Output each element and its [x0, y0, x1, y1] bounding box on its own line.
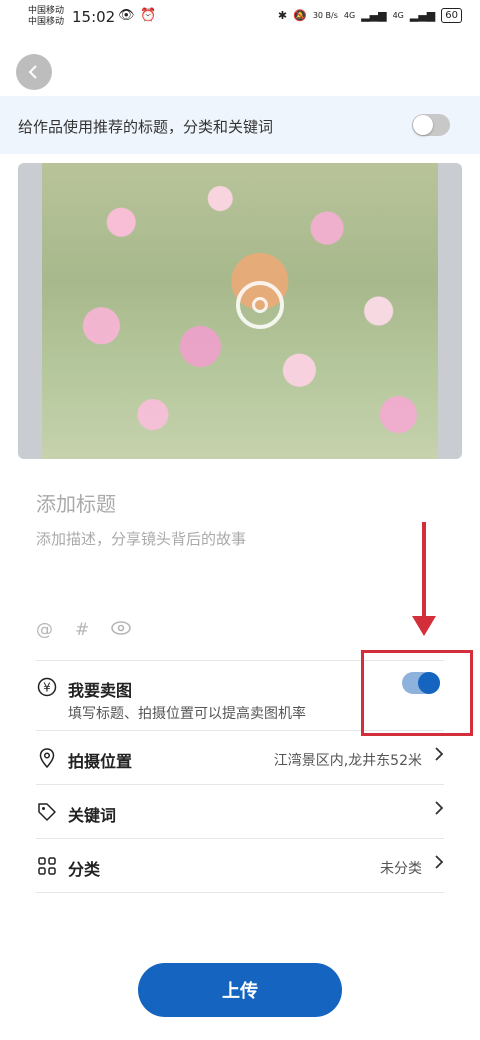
signal-2: 4G	[392, 11, 404, 20]
chevron-right-icon[interactable]	[434, 800, 444, 821]
location-value[interactable]: 江湾景区内,龙井东52米	[274, 750, 422, 770]
mention-icon[interactable]: @	[36, 620, 53, 640]
hashtag-icon[interactable]: #	[75, 620, 89, 640]
upload-button[interactable]: 上传	[138, 963, 342, 1017]
battery-indicator: 60	[441, 8, 462, 23]
bluetooth-icon: ✱	[277, 9, 288, 22]
mute-icon: 🔕	[293, 9, 307, 22]
divider	[36, 838, 444, 839]
chevron-left-icon	[28, 65, 37, 79]
annotation-arrow-head	[412, 616, 436, 636]
eye-icon: 👁	[118, 8, 135, 23]
toggle-knob	[413, 115, 433, 135]
back-button[interactable]	[16, 54, 52, 90]
yuan-icon: ¥	[36, 676, 58, 698]
description-input[interactable]: 添加描述，分享镜头背后的故事	[36, 528, 246, 549]
carrier-2: 中国移动	[28, 17, 65, 27]
visibility-eye-icon[interactable]	[111, 620, 132, 640]
edit-gear-icon[interactable]	[236, 281, 284, 329]
signal-bars-1-icon: ▂▄▆	[361, 9, 387, 22]
annotation-arrow-shaft	[422, 522, 426, 622]
keywords-label: 关键词	[68, 806, 117, 825]
carrier-info: 中国移动 中国移动	[28, 6, 64, 28]
chevron-right-icon[interactable]	[434, 746, 444, 767]
svg-text:¥: ¥	[43, 681, 51, 695]
divider	[36, 784, 444, 785]
annotation-highlight-box	[361, 650, 473, 736]
location-pin-icon	[36, 747, 58, 769]
sell-label: 我要卖图	[68, 681, 133, 700]
signal-bars-2-icon: ▂▄▆	[409, 9, 436, 22]
photo-preview[interactable]	[18, 163, 462, 459]
category-grid-icon	[36, 855, 58, 877]
location-label: 拍摄位置	[68, 752, 133, 771]
divider	[36, 892, 444, 893]
chevron-right-icon[interactable]	[434, 854, 444, 875]
alarm-icon: ⏰	[140, 8, 157, 23]
category-label: 分类	[68, 860, 101, 879]
recommend-banner-text: 给作品使用推荐的标题，分类和关键词	[18, 118, 274, 136]
category-value[interactable]: 未分类	[380, 858, 422, 878]
status-icons: ✱ 🔕 30 B/s 4G ▂▄▆ 4G ▂▄▆ 60	[278, 8, 462, 23]
title-input[interactable]: 添加标题	[36, 488, 116, 517]
status-time: 15:02	[72, 8, 116, 26]
tag-icon	[36, 801, 58, 823]
compose-tools: @ #	[36, 620, 132, 640]
carrier-1: 中国移动	[28, 6, 65, 16]
signal-1: 4G	[343, 11, 356, 20]
net-speed: 30 B/s	[312, 11, 338, 20]
recommend-toggle[interactable]	[412, 114, 450, 136]
sell-subtitle: 填写标题、拍摄位置可以提高卖图机率	[68, 706, 306, 722]
